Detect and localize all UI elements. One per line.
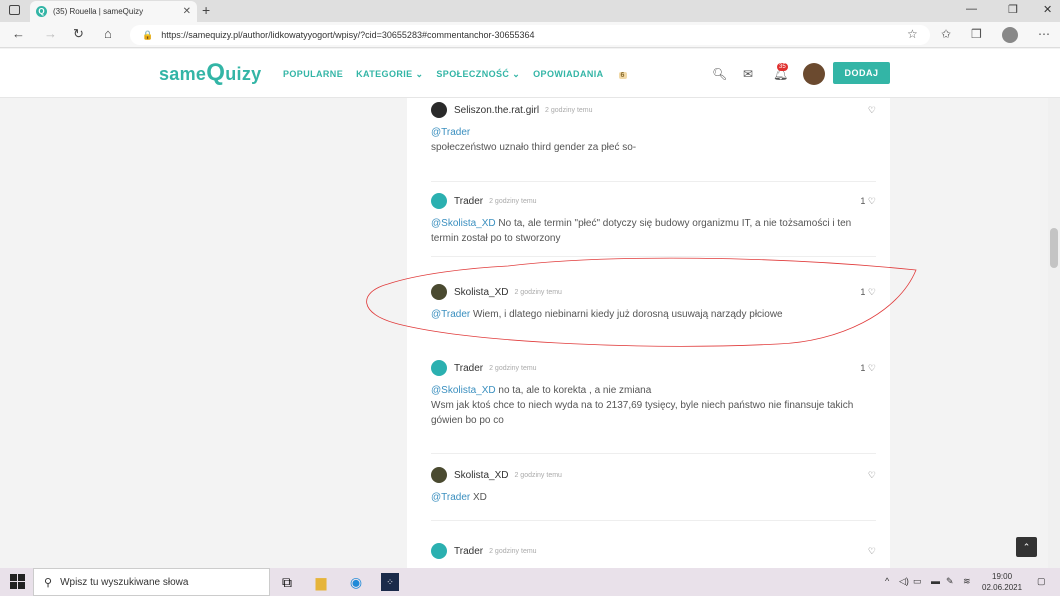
network-icon[interactable]: ▭ — [913, 576, 922, 587]
comment-item: Trader 2 godziny temu 1 ♡ @Skolista_XD N… — [431, 193, 876, 246]
new-tab-button[interactable]: + — [202, 2, 210, 18]
comment-divider — [431, 181, 876, 182]
file-explorer-icon[interactable]: ▆ — [312, 573, 330, 591]
app-icon[interactable]: ⁘ — [381, 573, 399, 591]
scroll-to-top-button[interactable]: ⌃ — [1016, 537, 1037, 557]
speaker-icon[interactable]: ◁) — [899, 576, 909, 587]
comment-text: XD — [470, 492, 487, 503]
comment-avatar[interactable] — [431, 102, 447, 118]
samequizy-favicon: Q — [36, 6, 47, 17]
home-icon[interactable]: ⌂ — [104, 26, 112, 41]
comment-text: społeczeństwo uznało third gender za płe… — [431, 142, 637, 153]
menu-kategorie[interactable]: KATEGORIE ⌄ — [356, 69, 423, 80]
search-icon[interactable]: 🔍︎ — [712, 67, 727, 81]
taskbar-search-placeholder: Wpisz tu wyszukiwane słowa — [60, 576, 189, 588]
url-text: https://samequizy.pl/author/lidkowatyyog… — [161, 30, 535, 40]
url-input[interactable]: 🔒 https://samequizy.pl/author/lidkowatyy… — [130, 25, 930, 45]
windows-taskbar: ⚲ Wpisz tu wyszukiwane słowa ⧉ ▆ ◉ ⁘ ^ ◁… — [0, 568, 1060, 596]
comment-divider — [431, 453, 876, 454]
comment-time: 2 godziny temu — [545, 106, 593, 114]
close-window-button[interactable]: ✕ — [1043, 3, 1052, 16]
comment-text: no ta, ale to korekta , a nie zmiana — [495, 385, 652, 396]
menu-opowiadania[interactable]: OPOWIADANIA 6 — [533, 69, 640, 80]
comment-mention[interactable]: @Skolista_XD — [431, 218, 496, 229]
mail-icon[interactable]: ✉ — [743, 67, 753, 81]
like-heart-icon[interactable]: ♡ — [868, 470, 876, 481]
browser-tab[interactable]: Q (35) Rouella | sameQuizy ✕ — [30, 1, 197, 22]
forward-arrow-icon[interactable]: → — [44, 26, 57, 41]
close-tab-icon[interactable]: ✕ — [183, 6, 191, 17]
battery-icon[interactable]: ▬ — [931, 576, 940, 586]
comment-author[interactable]: Seliszon.the.rat.girl — [454, 105, 539, 116]
comment-author[interactable]: Trader — [454, 546, 483, 557]
opowiadania-badge: 6 — [618, 72, 627, 79]
browser-tab-bar: Q (35) Rouella | sameQuizy ✕ + — ❐ ✕ — [0, 0, 1060, 22]
comment-divider — [431, 520, 876, 521]
comment-item: Seliszon.the.rat.girl 2 godziny temu ♡ @… — [431, 102, 876, 155]
wifi-icon[interactable]: ≋ — [963, 576, 971, 587]
back-arrow-icon[interactable]: ← — [12, 26, 25, 41]
comment-author[interactable]: Trader — [454, 363, 483, 374]
edge-browser-icon[interactable]: ◉ — [347, 573, 365, 591]
like-heart-icon[interactable]: 1 ♡ — [860, 363, 876, 374]
comment-author[interactable]: Trader — [454, 196, 483, 207]
search-icon: ⚲ — [44, 576, 53, 589]
action-center-icon[interactable]: ▢ — [1037, 576, 1046, 587]
menu-spolecznosc[interactable]: SPOŁECZNOŚĆ ⌄ — [436, 69, 520, 80]
minimize-button[interactable]: — — [966, 3, 977, 15]
comment-item: Trader 2 godziny temu 1 ♡ @Skolista_XD n… — [431, 360, 876, 428]
comment-time: 2 godziny temu — [514, 471, 562, 479]
comment-avatar[interactable] — [431, 193, 447, 209]
like-heart-icon[interactable]: ♡ — [868, 105, 876, 116]
collections-icon[interactable]: ❒ — [971, 27, 982, 41]
comment-avatar[interactable] — [431, 467, 447, 483]
comment-mention[interactable]: @Skolista_XD — [431, 385, 496, 396]
comment-author[interactable]: Skolista_XD — [454, 470, 508, 481]
tray-chevron-icon[interactable]: ^ — [885, 576, 889, 586]
like-heart-icon[interactable]: ♡ — [868, 546, 876, 557]
site-header: sameQuizy POPULARNE KATEGORIE ⌄ SPOŁECZN… — [0, 49, 1060, 98]
taskbar-search-input[interactable]: ⚲ Wpisz tu wyszukiwane słowa — [33, 568, 270, 596]
comment-item: Skolista_XD 2 godziny temu ♡ @Trader XD — [431, 467, 876, 505]
address-toolbar: ← → ↻ ⌂ 🔒 https://samequizy.pl/author/li… — [0, 22, 1060, 48]
comment-mention[interactable]: @Trader — [431, 127, 470, 138]
page-scrollbar[interactable] — [1048, 98, 1060, 568]
windows-start-icon[interactable] — [10, 574, 25, 589]
add-button[interactable]: DODAJ — [833, 62, 890, 84]
pen-icon[interactable]: ✎ — [946, 576, 954, 587]
tab-title: (35) Rouella | sameQuizy — [53, 7, 144, 16]
menu-popularne[interactable]: POPULARNE — [283, 69, 343, 80]
comment-item: Trader 2 godziny temu ♡ — [431, 543, 876, 559]
comment-avatar[interactable] — [431, 543, 447, 559]
taskbar-clock[interactable]: 19:00 02.06.2021 — [982, 571, 1022, 593]
comment-mention[interactable]: @Trader — [431, 492, 470, 503]
comment-time: 2 godziny temu — [489, 547, 537, 555]
lock-icon: 🔒 — [142, 29, 154, 40]
maximize-button[interactable]: ❐ — [1008, 3, 1018, 16]
browser-profile-avatar[interactable] — [1002, 27, 1018, 43]
user-avatar[interactable] — [803, 63, 825, 85]
samequizy-logo[interactable]: sameQuizy — [159, 59, 261, 87]
refresh-icon[interactable]: ↻ — [73, 26, 84, 42]
more-menu-icon[interactable]: ⋯ — [1038, 27, 1050, 41]
comment-avatar[interactable] — [431, 360, 447, 376]
comment-time: 2 godziny temu — [489, 197, 537, 205]
scrollbar-thumb[interactable] — [1050, 228, 1058, 268]
notification-badge: 35 — [777, 63, 788, 71]
favorites-icon[interactable]: ✩ — [941, 27, 951, 41]
comment-time: 2 godziny temu — [489, 364, 537, 372]
like-heart-icon[interactable]: 1 ♡ — [860, 196, 876, 207]
task-view-icon[interactable]: ⧉ — [278, 573, 296, 591]
main-menu: POPULARNE KATEGORIE ⌄ SPOŁECZNOŚĆ ⌄ OPOW… — [283, 69, 653, 80]
tab-actions-icon[interactable] — [9, 5, 20, 15]
site-settings-icon[interactable]: ☆ — [907, 27, 918, 41]
red-annotation-ellipse — [366, 257, 917, 347]
comment-text-line: Wsm jak ktoś chce to niech wyda na to 21… — [431, 400, 854, 426]
